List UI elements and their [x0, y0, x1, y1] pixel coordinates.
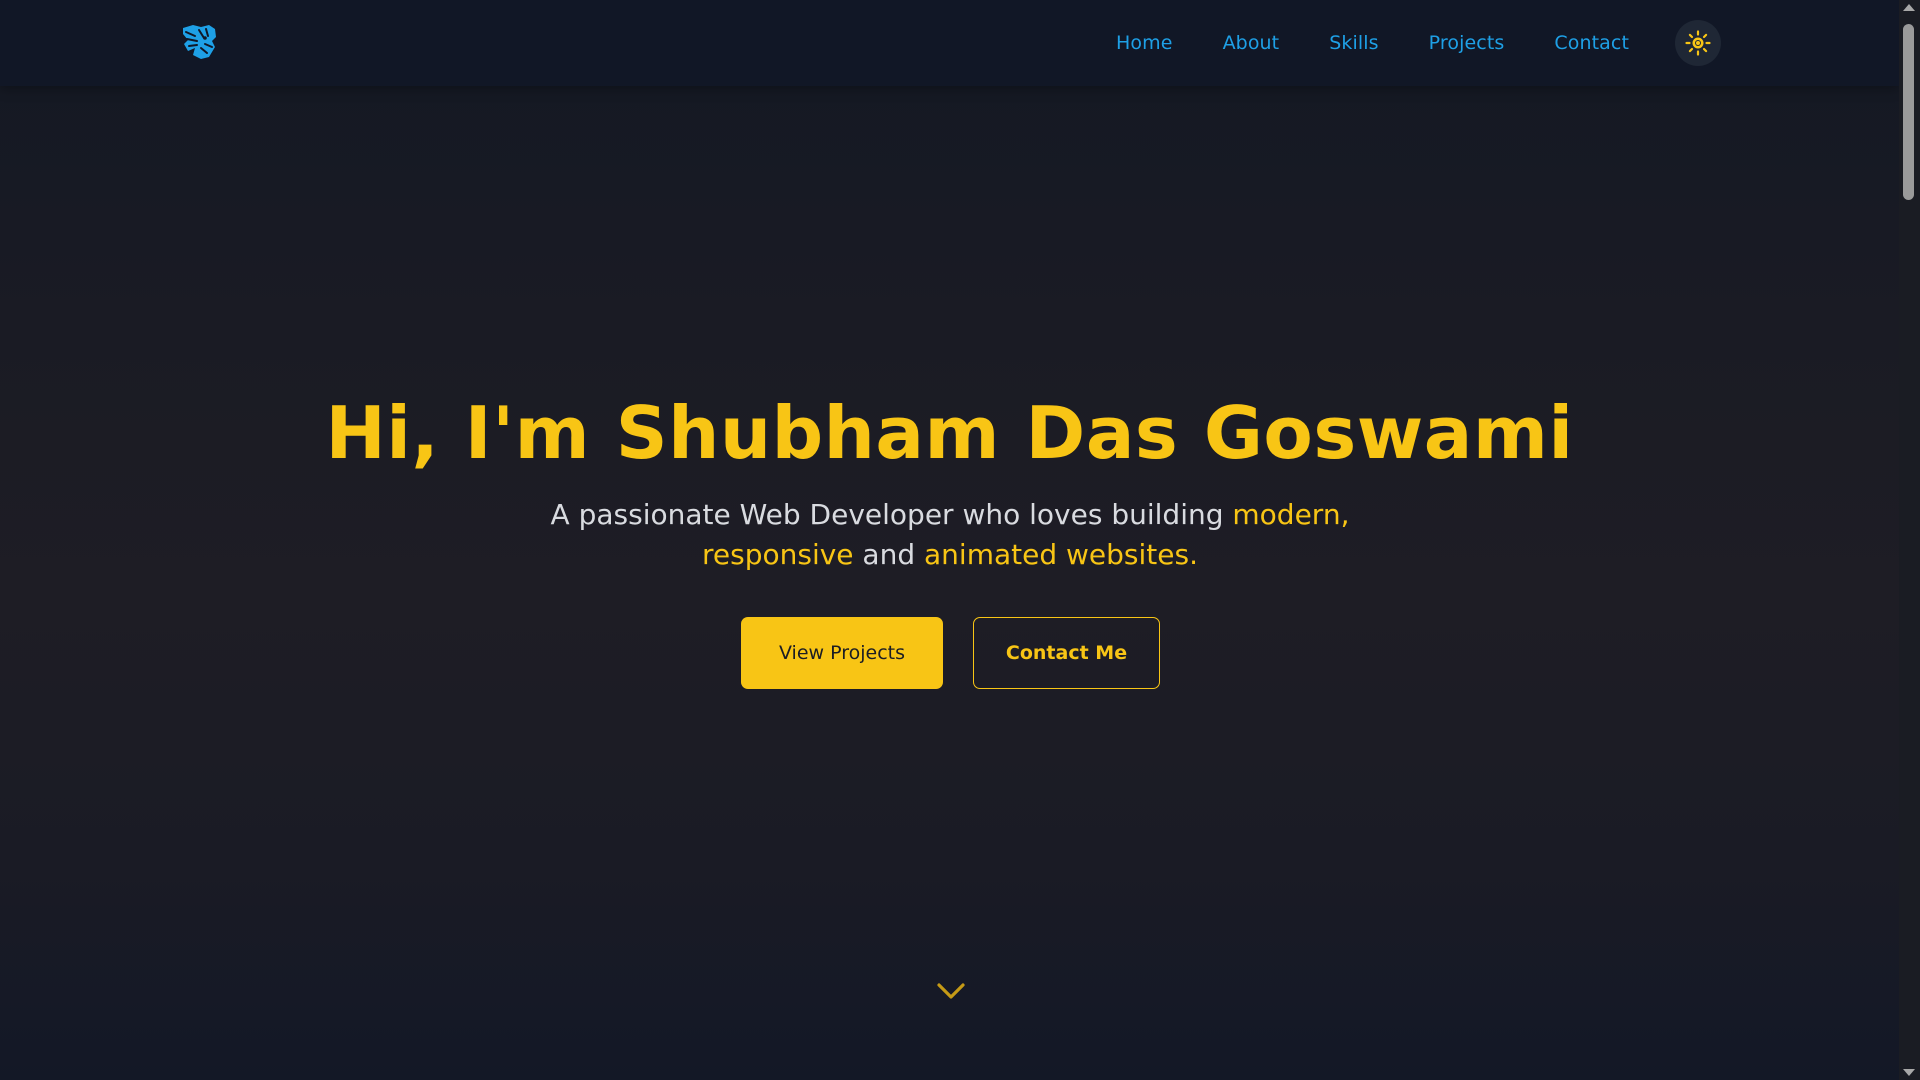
nav-links: Home About Skills Projects Contact	[1116, 0, 1629, 86]
contact-me-button[interactable]: Contact Me	[973, 617, 1160, 689]
highlight-modern: modern,	[1232, 498, 1350, 531]
subtitle-and: and	[853, 538, 925, 571]
hero-title: Hi, I'm Shubham Das Goswami	[325, 391, 1574, 475]
nav-link-home[interactable]: Home	[1116, 32, 1173, 54]
hero-subtitle: A passionate Web Developer who loves bui…	[550, 495, 1350, 575]
page: Home About Skills Projects Contact Hi, I…	[0, 0, 1899, 1080]
nav-link-skills[interactable]: Skills	[1329, 32, 1378, 54]
scroll-up-arrow-icon[interactable]	[1903, 4, 1915, 11]
sun-icon	[1685, 30, 1711, 56]
vertical-scrollbar[interactable]	[1899, 0, 1920, 1080]
highlight-responsive: responsive	[702, 538, 854, 571]
highlight-animated: animated websites.	[924, 538, 1198, 571]
subtitle-text: A passionate Web Developer who loves bui…	[550, 498, 1233, 531]
nav-link-about[interactable]: About	[1223, 32, 1280, 54]
view-projects-button[interactable]: View Projects	[741, 617, 943, 689]
navbar: Home About Skills Projects Contact	[0, 0, 1899, 86]
chevron-down-icon[interactable]	[935, 978, 967, 1004]
scrollbar-thumb[interactable]	[1903, 24, 1914, 200]
nav-link-projects[interactable]: Projects	[1429, 32, 1505, 54]
theme-toggle-button[interactable]	[1675, 20, 1721, 66]
tiger-logo-icon[interactable]	[179, 22, 219, 62]
nav-link-contact[interactable]: Contact	[1554, 32, 1629, 54]
scroll-down-arrow-icon[interactable]	[1903, 1069, 1915, 1076]
